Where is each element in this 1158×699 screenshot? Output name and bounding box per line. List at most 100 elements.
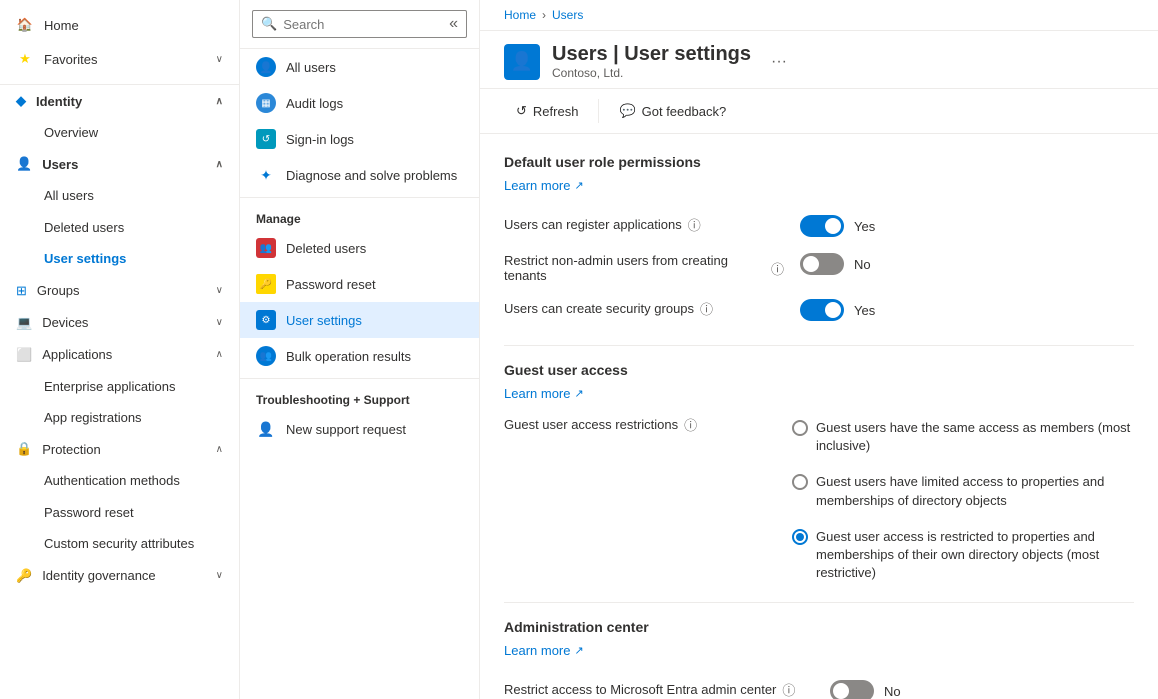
sidebar-favorites-label: Favorites [44, 52, 97, 67]
nav-item-all-users[interactable]: 👤 All users [240, 49, 479, 85]
user-icon: 👤 [16, 156, 32, 172]
restrict-entra-row: Restrict access to Microsoft Entra admin… [504, 672, 1134, 699]
info-icon-restrict[interactable]: ⓘ [771, 259, 784, 278]
toggle-thumb-3 [825, 302, 841, 318]
sidebar-sub-customsecurity[interactable]: Custom security attributes [0, 528, 239, 559]
chevron-down-icon-governance: ∨ [216, 570, 223, 581]
sidebar-sub-overview[interactable]: Overview [0, 117, 239, 148]
page-subtitle: Contoso, Ltd. [552, 66, 751, 80]
shield-icon: 🔒 [16, 441, 32, 457]
nav-item-diagnose[interactable]: ✦ Diagnose and solve problems [240, 157, 479, 193]
search-input[interactable] [283, 17, 443, 32]
radio-most-inclusive[interactable] [792, 420, 808, 436]
nav-item-new-support[interactable]: 👤 New support request [240, 411, 479, 447]
admin-center-section: Administration center Learn more ↗ Restr… [504, 619, 1134, 699]
sidebar-sub-passwordreset[interactable]: Password reset [0, 497, 239, 528]
register-apps-toggle[interactable] [800, 215, 844, 237]
restrict-entra-label: Restrict access to Microsoft Entra admin… [504, 680, 814, 699]
sidebar-sub-deletedusers[interactable]: Deleted users [0, 212, 239, 243]
radio-limited[interactable] [792, 474, 808, 490]
refresh-button[interactable]: ↺ Refresh [504, 97, 590, 125]
admin-center-learn-more[interactable]: Learn more ↗ [504, 643, 584, 658]
sidebar-sub-authmethods[interactable]: Authentication methods [0, 465, 239, 496]
star-icon: ★ [16, 50, 34, 68]
nav-item-signin-logs[interactable]: ↺ Sign-in logs [240, 121, 479, 157]
deleted-users-icon: 👥 [256, 238, 276, 258]
page-header: 👤 Users | User settings Contoso, Ltd. ··… [480, 31, 1158, 89]
sidebar-sub-appregistrations[interactable]: App registrations [0, 402, 239, 433]
nav-section-troubleshooting: Troubleshooting + Support [240, 383, 479, 411]
search-box[interactable]: 🔍 « [252, 10, 467, 38]
nav-item-audit-logs[interactable]: ▦ Audit logs [240, 85, 479, 121]
guest-access-learn-more[interactable]: Learn more ↗ [504, 386, 584, 401]
audit-logs-icon: ▦ [256, 93, 276, 113]
password-reset-icon: 🔑 [256, 274, 276, 294]
radio-most-restrictive[interactable] [792, 529, 808, 545]
chevron-up-icon-apps: ∧ [216, 349, 223, 360]
nav-item-bulk-operation[interactable]: 👥 Bulk operation results [240, 338, 479, 374]
info-icon-security[interactable]: ⓘ [700, 299, 713, 318]
info-icon-entra[interactable]: ⓘ [782, 680, 795, 699]
sidebar-group-protection[interactable]: 🔒 Protection ∧ [0, 433, 239, 465]
sidebar-group-groups[interactable]: ⊞ Groups ∨ [0, 275, 239, 307]
page-header-icon: 👤 [504, 44, 540, 80]
security-groups-row: Users can create security groups ⓘ Yes [504, 291, 1134, 329]
more-options-icon[interactable]: ··· [771, 53, 787, 71]
groups-icon: ⊞ [16, 283, 27, 299]
restrict-nonadmin-label: Restrict non-admin users from creating t… [504, 253, 784, 283]
radio-label-limited: Guest users have limited access to prope… [816, 473, 1134, 509]
restrict-nonadmin-toggle[interactable] [800, 253, 844, 275]
info-icon-guest[interactable]: ⓘ [684, 415, 697, 434]
default-role-learn-more[interactable]: Learn more ↗ [504, 178, 584, 193]
external-link-icon: ↗ [574, 179, 583, 192]
collapse-icon[interactable]: « [449, 15, 458, 33]
home-icon: 🏠 [16, 16, 34, 34]
chevron-up-icon-users: ∧ [216, 159, 223, 170]
governance-icon: 🔑 [16, 568, 32, 584]
nav-item-password-reset[interactable]: 🔑 Password reset [240, 266, 479, 302]
breadcrumb-home[interactable]: Home [504, 8, 536, 22]
restrict-nonadmin-control: No [800, 253, 871, 275]
nav-item-user-settings[interactable]: ⚙ User settings [240, 302, 479, 338]
register-apps-value: Yes [854, 219, 875, 234]
security-groups-value: Yes [854, 303, 875, 318]
toggle-thumb-4 [833, 683, 849, 699]
breadcrumb: Home › Users [480, 0, 1158, 31]
sidebar-identity-label: Identity [36, 94, 82, 109]
security-groups-label: Users can create security groups ⓘ [504, 299, 784, 318]
sidebar-sub-allusers[interactable]: All users [0, 180, 239, 211]
diagnose-icon: ✦ [256, 165, 276, 185]
sidebar-item-favorites[interactable]: ★ Favorites ∨ [0, 42, 239, 76]
restrict-nonadmin-row: Restrict non-admin users from creating t… [504, 245, 1134, 291]
user-settings-icon: ⚙ [256, 310, 276, 330]
refresh-icon: ↺ [516, 103, 527, 119]
sidebar-item-home[interactable]: 🏠 Home [0, 8, 239, 42]
sidebar-sub-usersettings[interactable]: User settings [0, 243, 239, 274]
default-role-title: Default user role permissions [504, 154, 1134, 170]
sidebar-groups-label: Groups [37, 283, 80, 298]
search-icon: 🔍 [261, 16, 277, 32]
sidebar-group-devices[interactable]: 💻 Devices ∨ [0, 307, 239, 339]
nav-label-password-reset: Password reset [286, 277, 376, 292]
breadcrumb-users[interactable]: Users [552, 8, 583, 22]
sidebar-group-governance[interactable]: 🔑 Identity governance ∨ [0, 560, 239, 592]
sidebar-group-users[interactable]: 👤 Users ∧ [0, 148, 239, 180]
nav-panel: 🔍 « 👤 All users ▦ Audit logs ↺ Sign-in l… [240, 0, 480, 699]
sidebar-group-identity[interactable]: ◆ Identity ∧ [0, 85, 239, 117]
breadcrumb-separator: › [542, 8, 546, 22]
sidebar-group-applications[interactable]: ⬜ Applications ∧ [0, 339, 239, 371]
restrict-entra-toggle[interactable] [830, 680, 874, 699]
radio-label-most-restrictive: Guest user access is restricted to prope… [816, 528, 1134, 583]
restrict-entra-control: No [830, 680, 901, 699]
info-icon-register[interactable]: ⓘ [688, 215, 701, 234]
security-groups-toggle[interactable] [800, 299, 844, 321]
sidebar-protection-label: Protection [42, 442, 101, 457]
default-user-role-section: Default user role permissions Learn more… [504, 154, 1134, 329]
nav-item-deleted-users[interactable]: 👥 Deleted users [240, 230, 479, 266]
sidebar-sub-enterprise[interactable]: Enterprise applications [0, 371, 239, 402]
restrict-entra-value: No [884, 684, 901, 699]
signin-logs-icon: ↺ [256, 129, 276, 149]
chevron-down-icon-devices: ∨ [216, 317, 223, 328]
chevron-up-icon: ∧ [216, 96, 223, 107]
feedback-button[interactable]: 💬 Got feedback? [607, 97, 738, 125]
